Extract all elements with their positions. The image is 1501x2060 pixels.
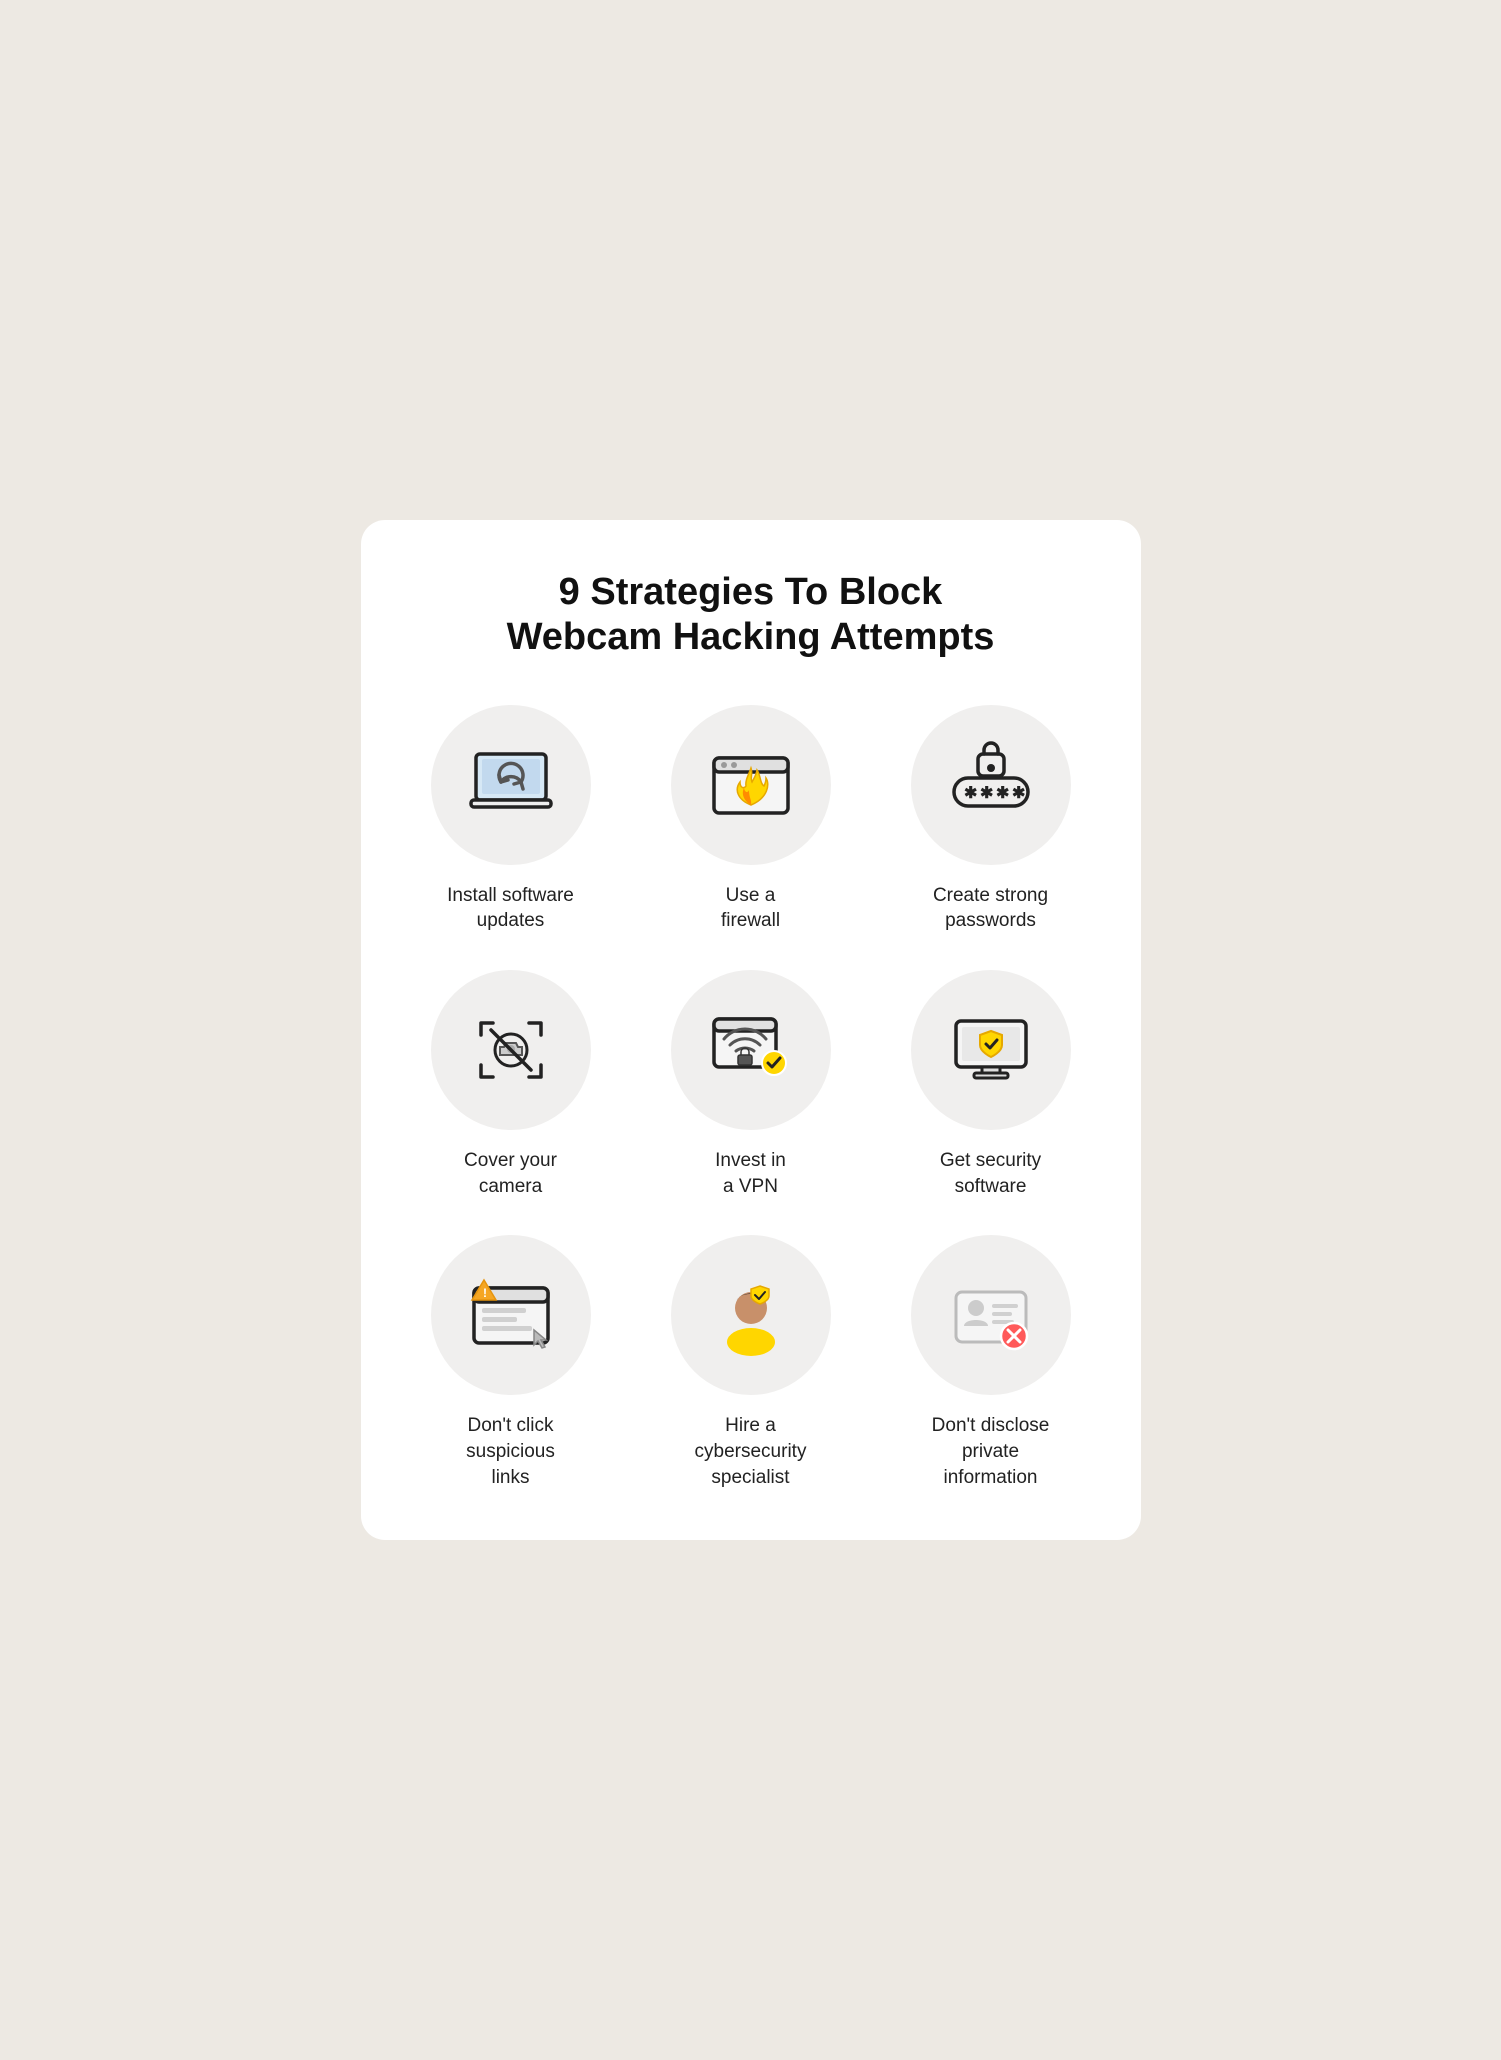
label-strong-passwords: Create strongpasswords <box>933 883 1048 934</box>
svg-text:!: ! <box>483 1286 487 1300</box>
item-vpn: Invest ina VPN <box>641 970 861 1199</box>
svg-text:✱: ✱ <box>1012 785 1025 802</box>
label-private-information: Don't discloseprivateinformation <box>932 1413 1050 1490</box>
icon-software-updates-circle <box>431 705 591 865</box>
svg-text:✱: ✱ <box>980 785 993 802</box>
private-information-icon <box>946 1270 1036 1360</box>
vpn-icon <box>706 1005 796 1095</box>
label-suspicious-links: Don't clicksuspiciouslinks <box>466 1413 555 1490</box>
item-security-software: Get securitysoftware <box>881 970 1101 1199</box>
icon-cover-camera-circle <box>431 970 591 1130</box>
icon-firewall-circle <box>671 705 831 865</box>
item-software-updates: Install softwareupdates <box>401 705 621 934</box>
item-suspicious-links: ! Don't clicksuspiciouslinks <box>401 1235 621 1490</box>
icon-private-information-circle <box>911 1235 1071 1395</box>
icon-strong-passwords-circle: ✱ ✱ ✱ ✱ <box>911 705 1071 865</box>
strong-passwords-icon: ✱ ✱ ✱ ✱ <box>946 740 1036 830</box>
suspicious-links-icon: ! <box>466 1270 556 1360</box>
icon-security-software-circle <box>911 970 1071 1130</box>
label-software-updates: Install softwareupdates <box>447 883 574 934</box>
main-card: 9 Strategies To BlockWebcam Hacking Atte… <box>361 520 1141 1541</box>
icon-suspicious-links-circle: ! <box>431 1235 591 1395</box>
firewall-icon <box>706 740 796 830</box>
security-software-icon <box>946 1005 1036 1095</box>
item-private-information: Don't discloseprivateinformation <box>881 1235 1101 1490</box>
item-strong-passwords: ✱ ✱ ✱ ✱ Create strongpasswords <box>881 705 1101 934</box>
cybersecurity-specialist-icon <box>706 1270 796 1360</box>
item-firewall: Use afirewall <box>641 705 861 934</box>
page-title: 9 Strategies To BlockWebcam Hacking Atte… <box>401 570 1101 661</box>
item-cybersecurity-specialist: Hire acybersecurityspecialist <box>641 1235 861 1490</box>
label-cover-camera: Cover yourcamera <box>464 1148 557 1199</box>
strategies-grid: Install softwareupdates Use afirewall <box>401 705 1101 1490</box>
cover-camera-icon <box>466 1005 556 1095</box>
label-vpn: Invest ina VPN <box>715 1148 786 1199</box>
label-security-software: Get securitysoftware <box>940 1148 1041 1199</box>
label-cybersecurity-specialist: Hire acybersecurityspecialist <box>695 1413 807 1490</box>
svg-text:✱: ✱ <box>964 785 977 802</box>
icon-vpn-circle <box>671 970 831 1130</box>
software-updates-icon <box>466 740 556 830</box>
label-firewall: Use afirewall <box>721 883 780 934</box>
svg-text:✱: ✱ <box>996 785 1009 802</box>
icon-cybersecurity-specialist-circle <box>671 1235 831 1395</box>
item-cover-camera: Cover yourcamera <box>401 970 621 1199</box>
